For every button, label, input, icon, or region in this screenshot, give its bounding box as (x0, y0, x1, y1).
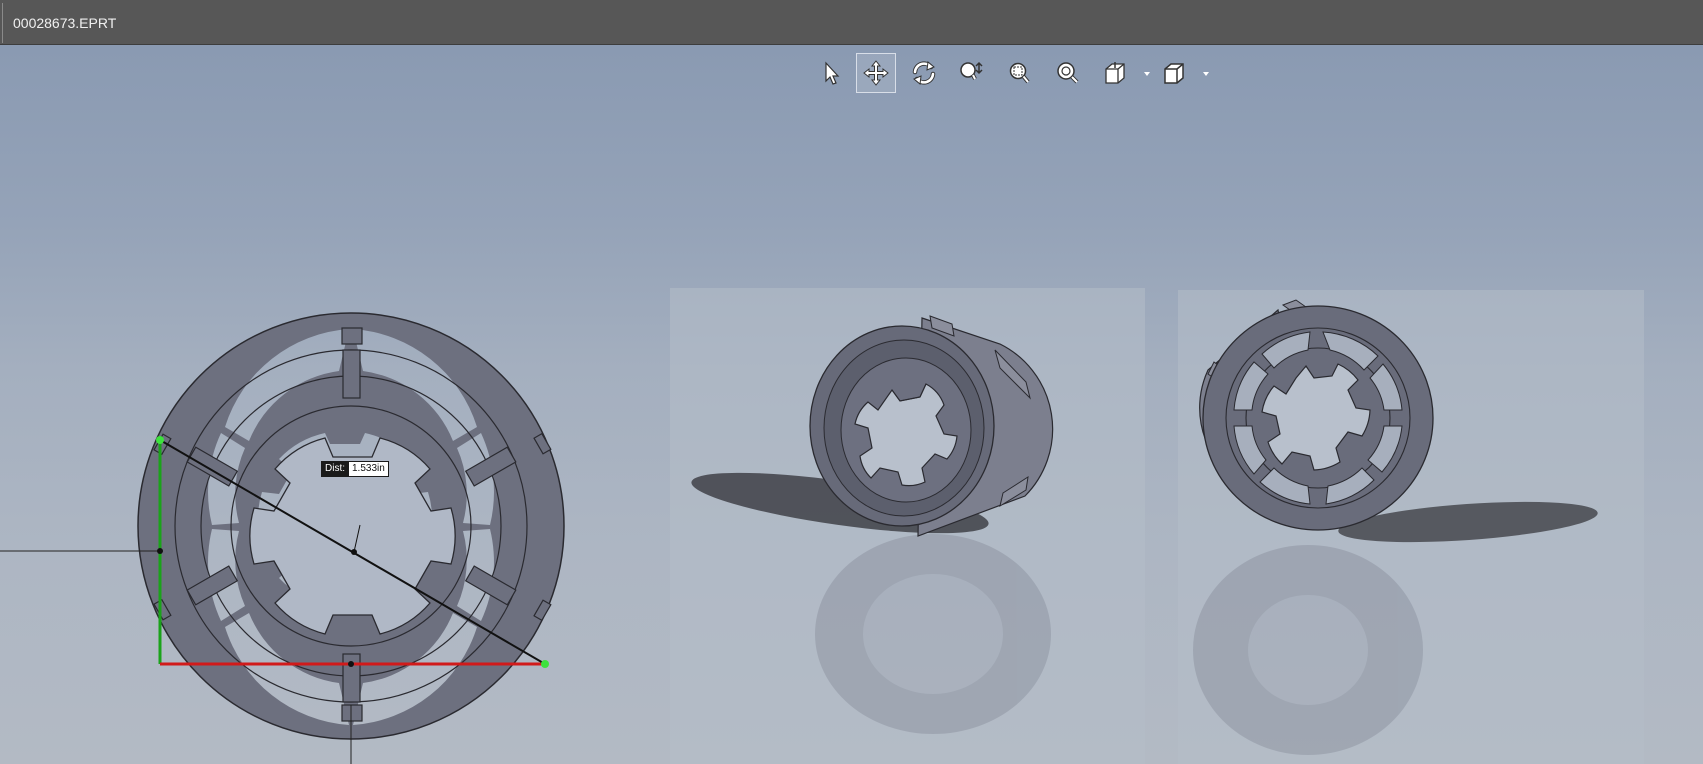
zoom-to-area-button[interactable] (999, 53, 1039, 93)
select-tool-button[interactable] (811, 53, 851, 93)
title-bar-edge (2, 3, 3, 43)
cad-viewer-window: 00028673.EPRT Dist: 1.533in (0, 0, 1703, 764)
measurement-label: Dist: (321, 461, 349, 477)
zoom-fit-icon (1057, 62, 1079, 84)
rotate-icon (912, 61, 936, 85)
display-style-icon (1164, 63, 1184, 84)
window-title: 00028673.EPRT (13, 15, 117, 31)
3d-viewport[interactable]: Dist: 1.533in (0, 45, 1703, 764)
zoom-in-out-icon (960, 61, 983, 80)
zoom-area-icon (1009, 62, 1030, 84)
cursor-arrow-icon (825, 61, 840, 85)
rotate-tool-button[interactable] (904, 53, 944, 93)
move-arrows-icon (863, 60, 889, 86)
distance-measurement-callout[interactable]: Dist: 1.533in (321, 461, 389, 477)
zoom-in-out-button[interactable] (951, 53, 991, 93)
title-bar: 00028673.EPRT (0, 0, 1703, 45)
pan-tool-button[interactable] (856, 53, 896, 93)
isometric-view-panel-2[interactable] (1178, 290, 1644, 764)
measurement-value: 1.533in (349, 461, 389, 477)
view-orientation-button[interactable] (1095, 53, 1135, 93)
front-view-part[interactable] (0, 45, 700, 764)
chevron-down-icon[interactable] (1201, 69, 1211, 79)
zoom-to-fit-button[interactable] (1047, 53, 1087, 93)
view-orientation-icon (1105, 62, 1125, 84)
chevron-down-icon[interactable] (1142, 69, 1152, 79)
display-style-button[interactable] (1154, 53, 1194, 93)
isometric-view-panel-1[interactable] (670, 288, 1145, 764)
